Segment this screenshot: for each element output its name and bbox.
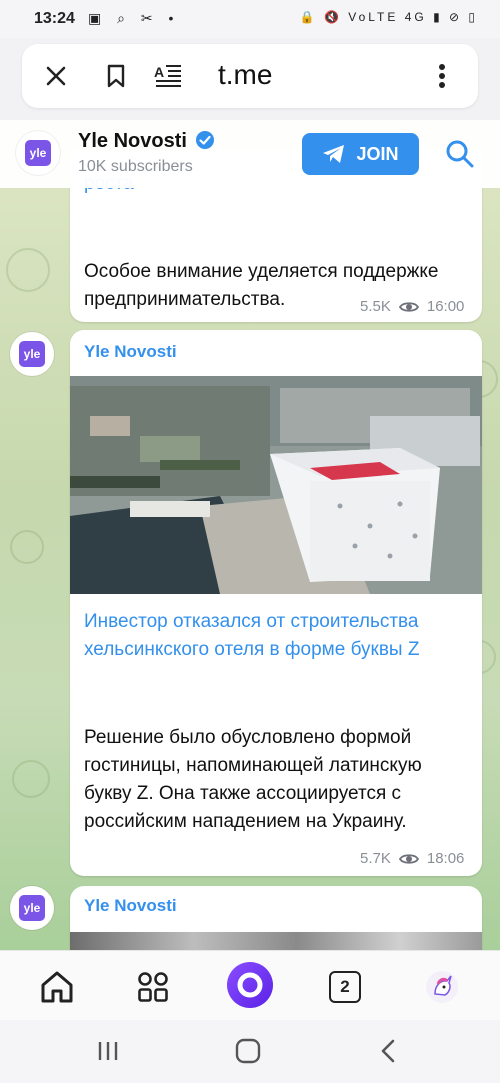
telegram-icon [323,145,345,163]
svg-text:A: A [154,64,164,80]
channel-avatar[interactable]: yle [16,131,60,175]
post-title-link[interactable]: Инвестор отказался от строительства хель… [84,608,474,664]
subscriber-count: 10K subscribers [78,158,193,175]
sender-avatar[interactable]: yle [10,886,54,930]
url-text[interactable]: t.me [218,59,272,91]
join-label: JOIN [356,143,399,164]
channel-name[interactable]: Yle Novosti [78,130,215,153]
channel-name-text: Yle Novosti [78,130,187,152]
bookmark-icon[interactable] [98,58,134,94]
alice-assistant-icon[interactable] [226,961,274,1009]
profile-unicorn-icon[interactable] [420,965,464,1009]
post-bubble[interactable]: Yle Novosti [70,886,482,950]
tabs-icon[interactable]: 2 [323,965,367,1009]
status-left-icons: ▣ ⌕ ✂ • [88,10,180,26]
bg-doodle [12,760,50,798]
post-text: Решение было обусловлено формой гостиниц… [84,727,422,832]
status-bar: 13:24 ▣ ⌕ ✂ • 🔒 🔇 VoLTE 4G ▮ ⊘ ▯ [0,0,500,38]
post-meta: 5.7K 18:06 [360,850,464,867]
post-sender[interactable]: Yle Novosti [84,342,177,362]
verified-badge-icon [196,131,215,149]
status-right-icons: 🔒 🔇 VoLTE 4G ▮ ⊘ ▯ [299,10,478,24]
chat-area[interactable]: роста Особое внимание уделяется поддержк… [0,120,500,950]
post-image[interactable] [70,376,482,594]
recents-icon[interactable] [88,1034,128,1068]
status-time: 13:24 [34,10,75,27]
eye-icon [398,853,419,864]
search-icon[interactable] [444,138,476,170]
close-icon[interactable] [38,58,74,94]
bg-doodle [6,248,50,292]
yle-logo: yle [19,341,45,367]
post-image[interactable] [70,932,482,950]
post-bubble[interactable]: Yle Novosti [70,330,482,876]
eye-icon [398,301,419,312]
home-icon[interactable] [35,965,79,1009]
yle-logo: yle [19,895,45,921]
more-vert-icon[interactable] [424,58,460,94]
views-count: 5.5K [360,298,391,315]
post-time: 18:06 [426,850,465,867]
post-sender[interactable]: Yle Novosti [84,896,177,916]
back-icon[interactable] [368,1034,408,1068]
channel-header: yle Yle Novosti 10K subscribers JOIN [0,120,500,188]
home-button-icon[interactable] [228,1034,268,1068]
post-time: 16:00 [426,298,465,315]
tabs-count: 2 [329,971,361,1003]
bg-doodle [10,530,44,564]
browser-toolbar: A t.me [22,44,478,108]
sender-avatar[interactable]: yle [10,332,54,376]
reader-mode-icon[interactable]: A [150,58,186,94]
system-nav-bar [0,1020,500,1083]
apps-grid-icon[interactable] [131,965,175,1009]
views-count: 5.7K [360,850,391,867]
join-button[interactable]: JOIN [302,133,419,175]
yle-logo: yle [25,140,51,166]
post-meta: 5.5K 16:00 [360,298,464,315]
browser-bottom-nav: 2 [0,950,500,1021]
